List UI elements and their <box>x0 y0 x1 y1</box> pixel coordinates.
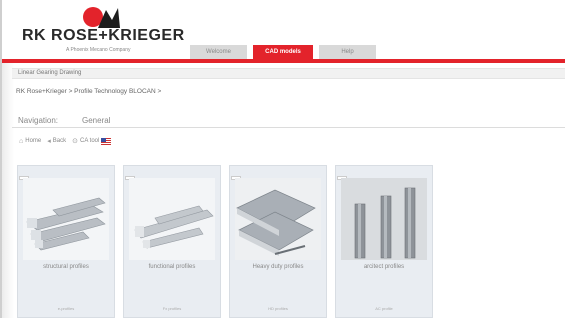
card-label: functional profiles <box>148 264 196 270</box>
card-foot: HD profiles <box>268 306 288 311</box>
home-link[interactable]: ⌂ Home <box>19 138 41 145</box>
header: RK ROSE+KRIEGER A Phoenix Mecano Company… <box>2 0 565 62</box>
info-strip: Linear Gearing Drawing <box>12 68 565 79</box>
card-label: Heavy duty profiles <box>252 264 304 270</box>
us-flag-icon <box>101 137 112 145</box>
cad-tool-label: CA tool <box>79 138 100 144</box>
brand-tagline: A Phoenix Mecano Company <box>66 47 131 53</box>
card-foot: AC profile <box>375 306 393 311</box>
navigation-label: Navigation: <box>18 116 59 125</box>
tab-bar: Welcome CAD models Help <box>190 45 376 59</box>
settings-icon: ⊙ <box>72 138 78 145</box>
brand-name: RK ROSE+KRIEGER <box>22 27 185 44</box>
card-functional-profiles[interactable]: functional profiles Fx profiles <box>123 165 221 318</box>
tab-cad-models[interactable]: CAD models <box>253 45 313 59</box>
structural-profiles-image <box>23 178 109 260</box>
functional-profiles-image <box>129 178 215 260</box>
card-label: structural profiles <box>43 264 89 270</box>
rk-logo-icon <box>83 7 120 28</box>
tab-help[interactable]: Help <box>319 45 376 59</box>
home-label: Home <box>25 138 42 144</box>
heavy-duty-profiles-image <box>235 178 321 260</box>
category-cards: structural profiles e-profiles functiona… <box>17 165 433 318</box>
breadcrumb[interactable]: RK Rose+Krieger > Profile Technology BLO… <box>16 88 161 95</box>
cad-tool-link[interactable]: ⊙ CA tool <box>72 137 112 145</box>
back-label: Back <box>52 138 67 144</box>
navigation-row: Navigation: General <box>12 110 565 128</box>
card-foot: e-profiles <box>57 306 75 311</box>
page: RK ROSE+KRIEGER A Phoenix Mecano Company… <box>0 0 565 318</box>
back-icon: ◂ <box>47 138 51 145</box>
card-arcitect-profiles[interactable]: arcitect profiles AC profile <box>335 165 433 318</box>
home-icon: ⌂ <box>19 137 24 145</box>
card-foot: Fx profiles <box>162 306 182 311</box>
toolbar: ⌂ Home ◂ Back ⊙ CA tool <box>19 137 112 145</box>
card-structural-profiles[interactable]: structural profiles e-profiles <box>17 165 115 318</box>
card-label: arcitect profiles <box>363 264 405 270</box>
back-link[interactable]: ◂ Back <box>47 137 66 145</box>
arcitect-profiles-image <box>341 178 427 260</box>
tab-welcome[interactable]: Welcome <box>190 45 247 59</box>
card-heavy-duty-profiles[interactable]: Heavy duty profiles HD profiles <box>229 165 327 318</box>
accent-bar <box>2 59 565 63</box>
navigation-value[interactable]: General <box>82 116 110 125</box>
